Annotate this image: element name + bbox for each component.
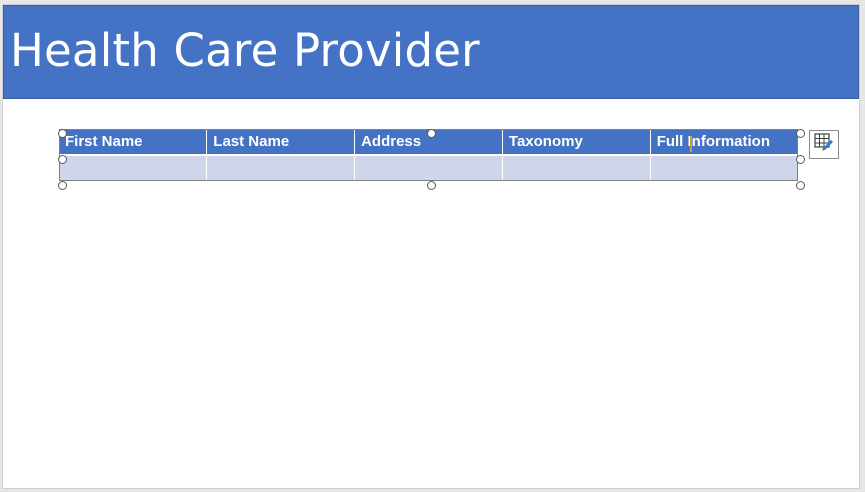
text-cursor (690, 136, 692, 152)
header-cell-first-name[interactable]: First Name (59, 129, 208, 156)
table-cell[interactable] (59, 155, 208, 181)
table-cell[interactable] (206, 155, 356, 181)
resize-handle-bottom-center[interactable] (427, 181, 436, 190)
table-row (59, 155, 798, 181)
resize-handle-top-center[interactable] (427, 129, 436, 138)
table-cell[interactable] (650, 155, 798, 181)
table-cell[interactable] (502, 155, 651, 181)
slide-title[interactable]: Health Care Provider (10, 24, 480, 77)
slide-canvas[interactable]: Health Care Provider (3, 5, 859, 488)
header-cell-last-name[interactable]: Last Name (206, 129, 356, 156)
resize-handle-middle-left[interactable] (58, 155, 67, 164)
title-placeholder[interactable]: Health Care Provider (3, 5, 859, 99)
resize-handle-bottom-right[interactable] (796, 181, 805, 190)
header-cell-taxonomy[interactable]: Taxonomy (502, 129, 651, 156)
resize-handle-top-right[interactable] (796, 129, 805, 138)
table-layout-icon (814, 133, 834, 156)
header-cell-full-information[interactable]: Full Information (650, 129, 798, 156)
table-cell[interactable] (354, 155, 503, 181)
resize-handle-top-left[interactable] (58, 129, 67, 138)
quick-layout-button[interactable] (809, 130, 839, 159)
resize-handle-middle-right[interactable] (796, 155, 805, 164)
resize-handle-bottom-left[interactable] (58, 181, 67, 190)
